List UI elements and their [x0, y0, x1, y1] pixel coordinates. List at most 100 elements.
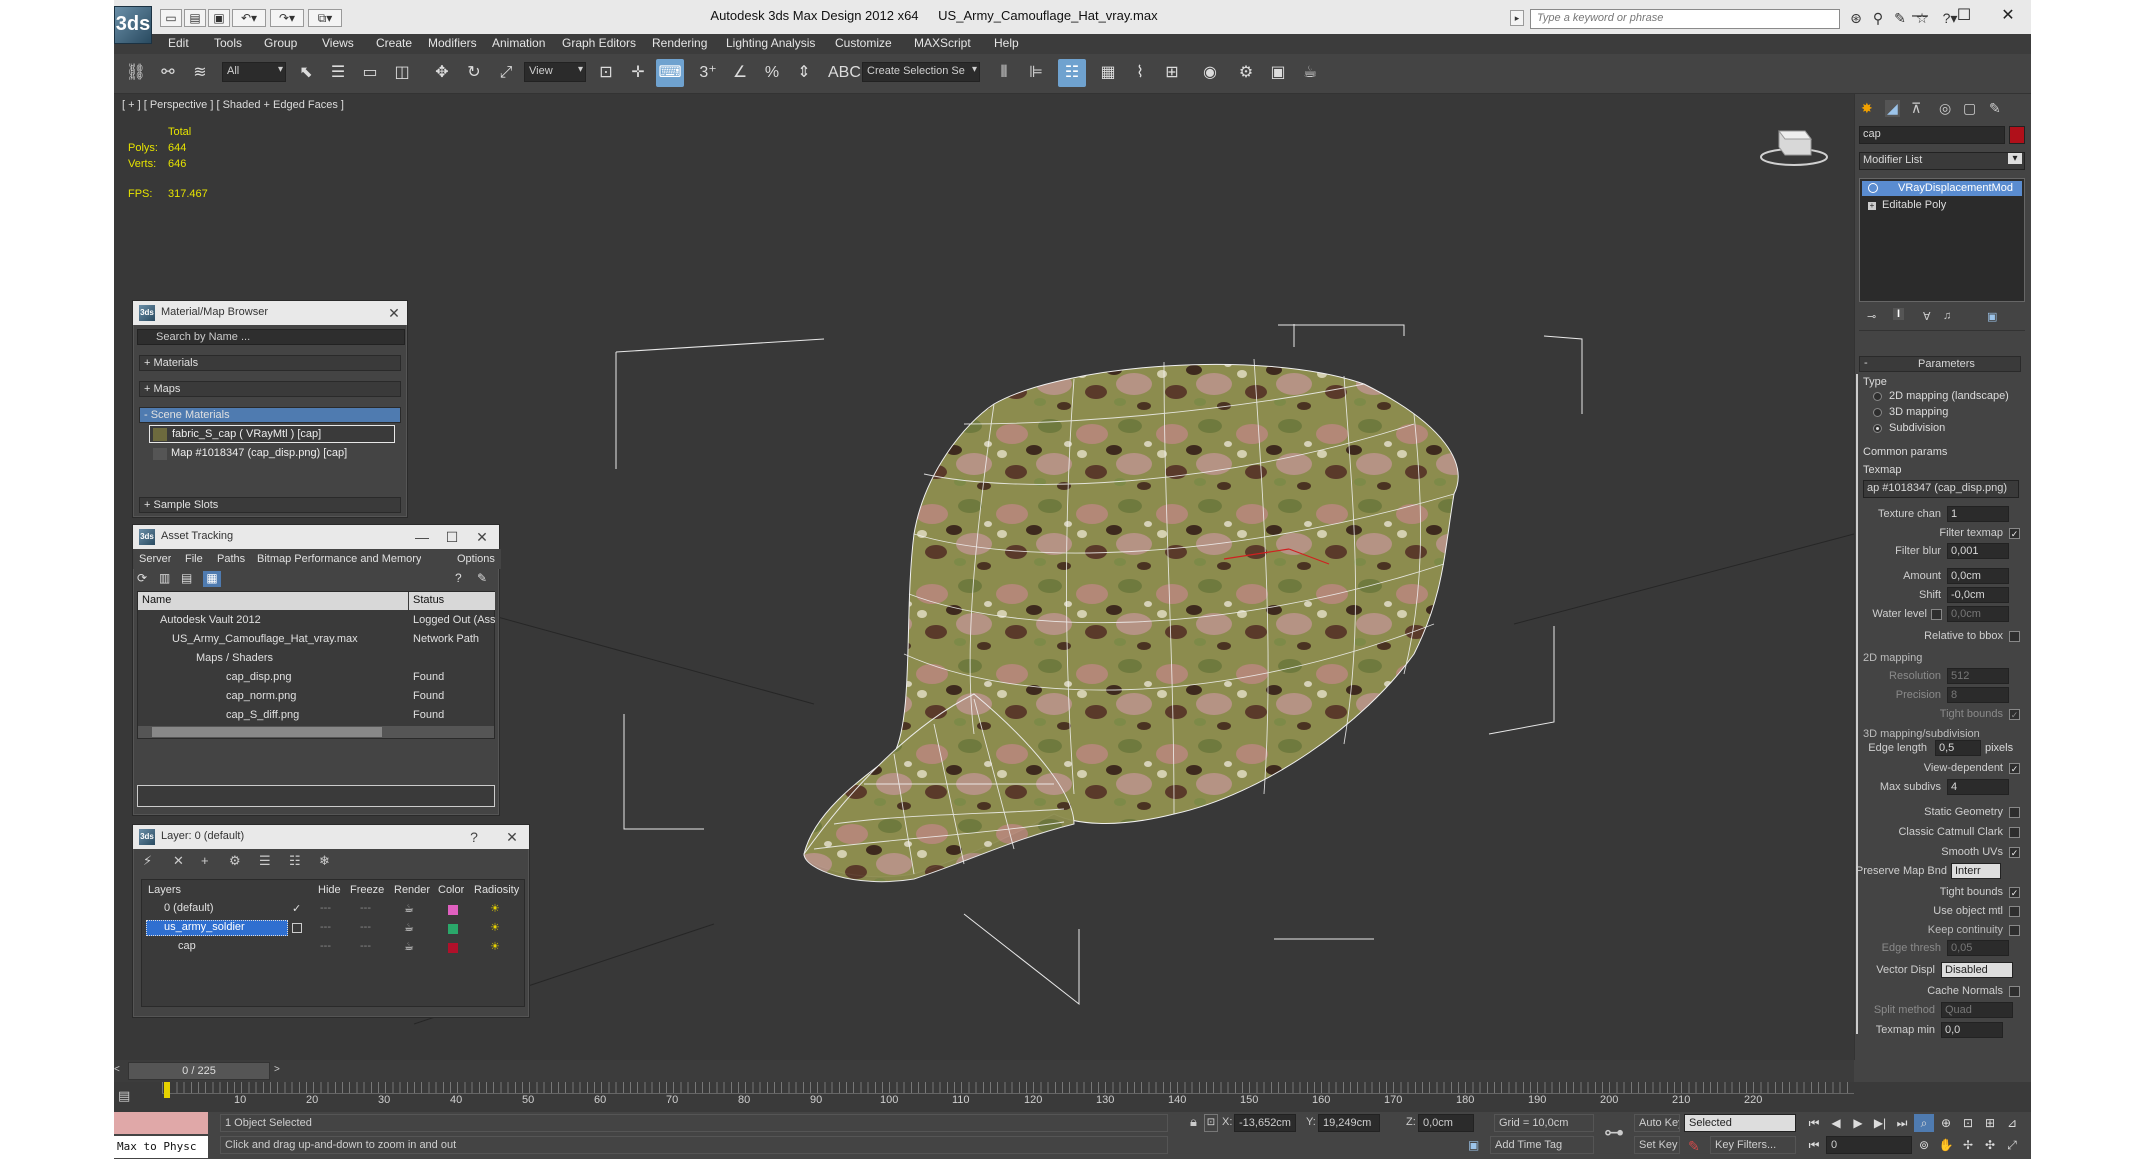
spinner-snap-icon[interactable]: ⇕: [790, 59, 818, 87]
auto-key-button[interactable]: Auto Key: [1634, 1114, 1680, 1132]
orbit-icon[interactable]: ✢: [1958, 1136, 1978, 1154]
menu-maxscript[interactable]: MAXScript: [914, 36, 971, 50]
menu-edit[interactable]: Edit: [168, 36, 189, 50]
named-selection-set-dropdown[interactable]: Create Selection Se ▾: [862, 62, 980, 82]
subscription-icon[interactable]: ⚲: [1868, 10, 1888, 28]
menu-tools[interactable]: Tools: [214, 36, 242, 50]
render-setup-icon[interactable]: ⚙: [1232, 59, 1260, 87]
edge-length-spinner[interactable]: 0,5: [1935, 740, 1981, 756]
hide-all-layers-icon[interactable]: ☷: [289, 853, 307, 871]
modifier-list-dropdown[interactable]: Modifier List ▾: [1859, 152, 2025, 170]
render-teapot-icon[interactable]: ☕: [404, 940, 414, 953]
object-color-swatch[interactable]: [2009, 126, 2025, 144]
horizontal-scrollbar[interactable]: [138, 726, 494, 738]
create-layer-icon[interactable]: ⚡: [143, 853, 161, 871]
filter-blur-spinner[interactable]: 0,001: [1947, 543, 2009, 559]
maximize-icon[interactable]: ☐: [441, 527, 463, 547]
rollout-maps[interactable]: + Maps: [139, 381, 401, 397]
rollout-scene-materials[interactable]: - Scene Materials: [139, 407, 401, 423]
document-icon[interactable]: ▥: [159, 571, 175, 587]
minimize-icon[interactable]: —: [411, 527, 433, 547]
amount-spinner[interactable]: 0,0cm: [1947, 568, 2009, 584]
asset-row-name[interactable]: US_Army_Camouflage_Hat_vray.max: [172, 633, 408, 645]
current-frame-input[interactable]: 0: [1826, 1136, 1912, 1154]
open-file-icon[interactable]: ▤: [184, 9, 206, 27]
redo-icon[interactable]: ↷▾: [270, 9, 304, 27]
highlight-icon[interactable]: ✎: [477, 571, 493, 587]
edit-named-selection-icon[interactable]: ABC: [828, 59, 861, 87]
display-tab-icon[interactable]: ▢: [1963, 100, 1976, 117]
asset-tracking-titlebar[interactable]: 3ds Asset Tracking — ☐ ✕: [133, 525, 499, 549]
x-coordinate-input[interactable]: -13,652cm: [1234, 1114, 1296, 1132]
help-search-input[interactable]: Type a keyword or phrase: [1530, 9, 1840, 29]
absolute-mode-icon[interactable]: ⊡: [1204, 1114, 1218, 1132]
material-search-input[interactable]: Search by Name ...: [137, 329, 405, 345]
close-button[interactable]: ✕: [1986, 4, 2030, 30]
type-radio-subdivision[interactable]: [1873, 424, 1882, 433]
y-coordinate-input[interactable]: 19,249cm: [1318, 1114, 1380, 1132]
close-icon[interactable]: ✕: [501, 827, 523, 847]
active-layer-check-icon[interactable]: ✓: [292, 902, 301, 915]
field-of-view-icon[interactable]: ⊿: [2002, 1114, 2022, 1132]
zoom-extents-icon[interactable]: ⊡: [1958, 1114, 1978, 1132]
layer-color-swatch[interactable]: [448, 924, 458, 934]
asset-row-name[interactable]: Autodesk Vault 2012: [160, 614, 400, 626]
object-name-input[interactable]: cap: [1859, 126, 2005, 144]
stack-item-editable-poly[interactable]: Editable Poly: [1862, 198, 2022, 213]
z-coordinate-input[interactable]: 0,0cm: [1418, 1114, 1474, 1132]
water-level-spinner[interactable]: 0,0cm: [1947, 606, 2009, 622]
select-by-name-icon[interactable]: ☰: [324, 59, 352, 87]
asset-menu-paths[interactable]: Paths: [217, 553, 245, 565]
catmull-clark-checkbox[interactable]: [2009, 827, 2020, 838]
water-level-checkbox[interactable]: [1931, 609, 1942, 620]
asset-row-name[interactable]: cap_S_diff.png: [226, 709, 406, 721]
previous-frame-icon[interactable]: ◀: [1826, 1114, 1846, 1132]
align-icon[interactable]: ⊫: [1022, 59, 1050, 87]
new-file-icon[interactable]: ▭: [160, 9, 182, 27]
select-manipulate-icon[interactable]: ✛: [624, 59, 652, 87]
tight-bounds-checkbox[interactable]: ✓: [2009, 887, 2020, 898]
type-radio-3d[interactable]: [1873, 408, 1882, 417]
shift-spinner[interactable]: -0,0cm: [1947, 587, 2009, 603]
time-config-icon[interactable]: ⊚: [1914, 1136, 1934, 1154]
search-expand-icon[interactable]: ▸: [1510, 10, 1524, 26]
current-frame-marker[interactable]: [164, 1082, 170, 1098]
set-key-mode-icon[interactable]: ⊶: [1604, 1120, 1624, 1145]
texmap-button[interactable]: ap #1018347 (cap_disp.png): [1863, 480, 2019, 498]
material-item-fabric[interactable]: fabric_S_cap ( VRayMtl ) [cap]: [149, 425, 395, 443]
radiosity-icon[interactable]: ☀: [490, 921, 500, 934]
static-geometry-checkbox[interactable]: [2009, 807, 2020, 818]
modify-tab-icon[interactable]: ◢: [1885, 100, 1900, 117]
select-object-icon[interactable]: ⬉: [292, 59, 320, 87]
resolution-spinner[interactable]: 512: [1947, 668, 2009, 684]
asset-menu-server[interactable]: Server: [139, 553, 171, 565]
graphite-ribbon-icon[interactable]: ▦: [1094, 59, 1122, 87]
panel-scrollbar[interactable]: [1856, 374, 1858, 1034]
open-mini-curve-editor-icon[interactable]: ▤: [118, 1088, 130, 1104]
delete-layer-icon[interactable]: ✕: [173, 853, 191, 871]
smooth-uvs-checkbox[interactable]: ✓: [2009, 847, 2020, 858]
set-keys-icon[interactable]: ✎: [1688, 1138, 1700, 1155]
scale-icon[interactable]: ⤢: [492, 59, 520, 87]
edge-thresh-spinner[interactable]: 0,05: [1947, 940, 2009, 956]
freeze-toggle-icon[interactable]: ---: [360, 902, 371, 914]
select-link-icon[interactable]: ⛓: [122, 59, 150, 87]
layer-object-name[interactable]: cap: [178, 940, 298, 952]
layer-row-name[interactable]: 0 (default): [164, 902, 304, 914]
binoculars-icon[interactable]: ⊛: [1846, 10, 1866, 28]
menu-lighting-analysis[interactable]: Lighting Analysis: [726, 36, 815, 50]
vector-displ-dropdown[interactable]: Disabled: [1941, 962, 2013, 978]
keep-continuity-checkbox[interactable]: [2009, 925, 2020, 936]
time-slider[interactable]: < 0 / 225 >: [114, 1060, 1854, 1082]
move-icon[interactable]: ✥: [428, 59, 456, 87]
close-icon[interactable]: ✕: [383, 303, 405, 323]
maxscript-listener-mini[interactable]: [114, 1112, 208, 1134]
create-tab-icon[interactable]: ✸: [1861, 100, 1873, 117]
window-crossing-icon[interactable]: ◫: [388, 59, 416, 87]
col-name-header[interactable]: Name: [138, 592, 408, 610]
key-mode-toggle-icon[interactable]: ⏮: [1804, 1136, 1824, 1154]
minimize-button[interactable]: —: [1898, 4, 1942, 30]
menu-help[interactable]: Help: [994, 36, 1019, 50]
highlight-selected-layer-icon[interactable]: ☰: [259, 853, 277, 871]
hide-toggle-icon[interactable]: ---: [320, 921, 331, 933]
